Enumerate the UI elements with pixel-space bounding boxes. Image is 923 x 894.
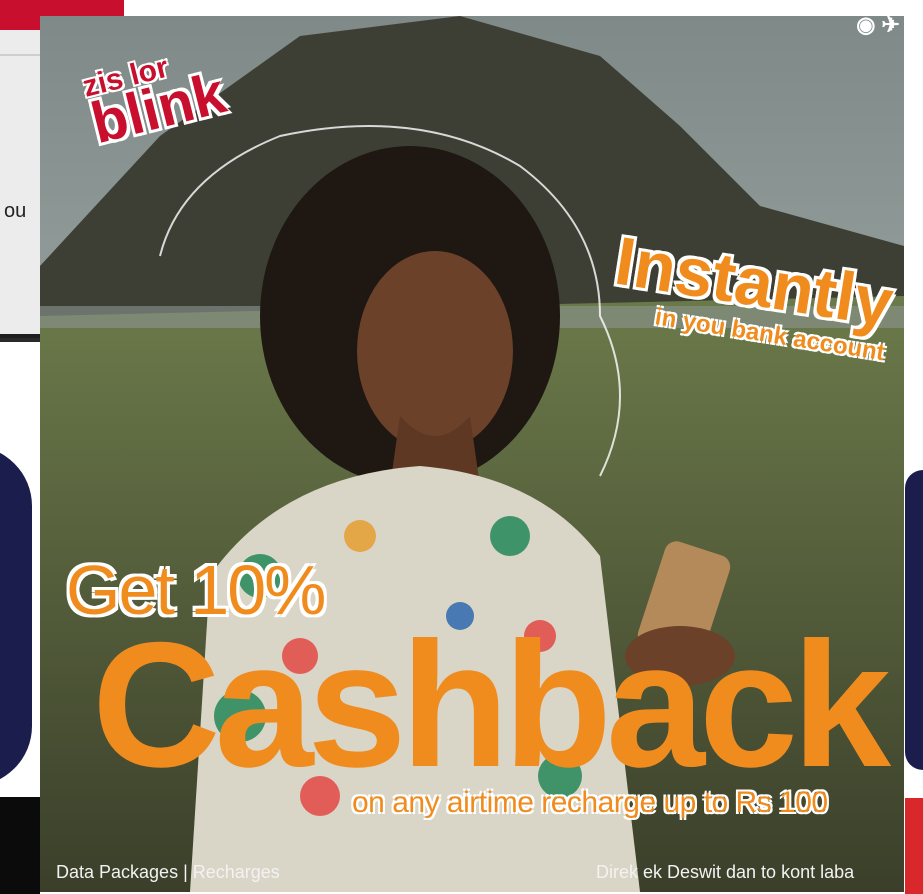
right-red-panel [905,798,923,894]
offer-headline: Cashback [92,605,891,804]
left-navy-panel [0,446,32,786]
corner-logo: ◉ ✈ [856,16,900,37]
footer-tagline: Direk ek Deswit dan to kont laba [596,862,855,882]
footer-categories: Data Packages | Recharges [56,862,280,882]
promo-banner[interactable]: ◉ ✈ zis lor blink Instantly in you bank … [40,16,904,892]
left-dark-panel [0,797,40,894]
offer-detail: on any airtime recharge up to Rs 100 [352,786,828,819]
right-navy-panel [905,470,923,770]
partial-text: ou [4,200,27,222]
